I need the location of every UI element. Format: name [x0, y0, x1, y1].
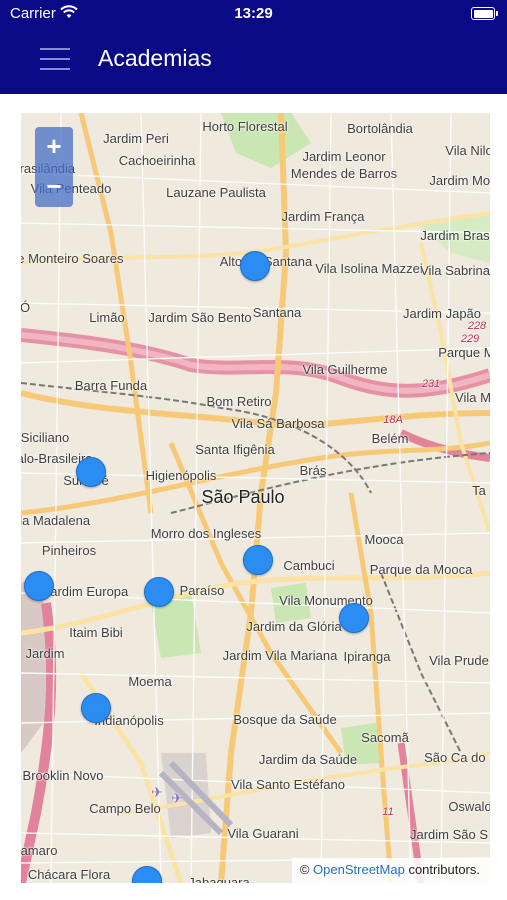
map-label: Santa Ifigênia	[195, 442, 275, 457]
map-label: Jardim Mode	[429, 173, 490, 188]
map-label: Santana	[252, 305, 302, 320]
map-label: Lauzane Paulista	[166, 185, 266, 200]
map-label: Vila Sá Barbosa	[231, 416, 325, 431]
map-label: Mooca	[364, 532, 404, 547]
map-label: Vila Guilherme	[302, 362, 388, 377]
zoom-in-button[interactable]: +	[35, 127, 73, 167]
map-label: Limão	[89, 310, 125, 325]
attribution-suffix: contributors.	[408, 862, 480, 877]
osm-link[interactable]: OpenStreetMap	[313, 862, 405, 877]
map-label: Jardim	[25, 646, 65, 661]
map-label: Jardim da Saúde	[258, 752, 358, 767]
map-label: Jardim São Bento	[148, 310, 252, 325]
map-label: Vila Prude	[429, 653, 489, 668]
map-label: Vila Guarani	[227, 826, 299, 841]
menu-icon[interactable]	[40, 48, 70, 72]
gym-marker[interactable]	[240, 251, 270, 281]
map-label: Cambuci	[283, 558, 335, 573]
map-road-number: 11	[382, 806, 394, 818]
map-label: Morro dos Ingleses	[150, 526, 262, 541]
map-label: Jabaquara	[188, 875, 250, 883]
map-road-number: 18A	[383, 414, 403, 426]
clock: 13:29	[234, 5, 273, 22]
map-label: Campo Belo	[89, 801, 161, 816]
map-label: Belém	[371, 431, 409, 446]
map-label: Vila Madalena	[21, 513, 91, 528]
copyright-symbol: ©	[299, 862, 310, 877]
map-label: Parque da Mooca	[369, 562, 473, 577]
map-label: Sacomã	[361, 730, 409, 745]
map-label: Chácara Flora	[27, 867, 111, 882]
map-label: Bosque da Saúde	[233, 712, 337, 727]
gym-marker[interactable]	[24, 571, 54, 601]
navigation-bar: Carrier 13:29 Academias	[0, 0, 507, 94]
battery-icon	[471, 7, 498, 20]
map-label: Vila M	[455, 390, 490, 405]
airport-icon: ✈	[151, 784, 163, 800]
map-label: Jardim Vila Mariana	[222, 648, 338, 663]
map-label: Siciliano	[21, 430, 70, 445]
map-view[interactable]: Horto Florestal Bortolândia Vila Nilo Ja…	[21, 113, 490, 883]
map-label: Jardim Europa	[43, 584, 129, 599]
map-label: Jardim Leonor	[302, 149, 386, 164]
map-label: Paraíso	[179, 583, 225, 598]
map-label: Higienópolis	[145, 468, 217, 483]
map-label: Moema	[128, 674, 172, 689]
map-label: Vila Santo Estéfano	[231, 777, 345, 792]
map-label: Jardim França	[281, 209, 365, 224]
map-label: Ta	[472, 483, 486, 498]
zoom-control: + −	[35, 127, 73, 207]
map-label: Cachoeirinha	[118, 153, 196, 168]
map-label: São Paulo	[201, 487, 285, 507]
gym-marker[interactable]	[144, 577, 174, 607]
map-label: Vila Sabrina	[420, 263, 490, 278]
map-label: Pinheiros	[41, 543, 97, 558]
zoom-out-button[interactable]: −	[35, 167, 73, 207]
map-road-number: 229	[460, 333, 480, 345]
gym-marker[interactable]	[243, 545, 273, 575]
map-label: Oswald	[448, 799, 490, 814]
map-label: Jardim São S	[409, 827, 489, 842]
map-label: Vila Isolina Mazzei	[315, 261, 423, 276]
map-label: Jardim da Glória	[246, 619, 342, 634]
map-label: Ó	[21, 300, 31, 315]
airport-icon: ✈	[171, 790, 183, 806]
map-road-number: 231	[421, 378, 441, 390]
map-label: Jardim Bras	[420, 228, 490, 243]
map-label: amaro	[21, 843, 58, 858]
gym-marker[interactable]	[76, 457, 106, 487]
map-label: Parque Monteiro Soares	[21, 251, 124, 266]
map-label: Bom Retiro	[206, 394, 272, 409]
map-label: Jardim Peri	[103, 131, 169, 146]
map-label: Vila Nilo	[445, 143, 490, 158]
map-attribution: © OpenStreetMap contributors.	[291, 858, 490, 883]
map-label: Mendes de Barros	[290, 166, 398, 181]
gym-marker[interactable]	[81, 693, 111, 723]
map-label: Parque Mu	[438, 345, 490, 360]
page-title: Academias	[98, 45, 212, 71]
map-label: Brás	[299, 463, 327, 478]
map-label: Bortolândia	[347, 121, 413, 136]
map-label: Brooklin Novo	[22, 768, 104, 783]
map-label: São Ca do S	[424, 750, 490, 765]
map-label: Horto Florestal	[202, 119, 288, 134]
map-label: Barra Funda	[74, 378, 148, 393]
map-label: Itaim Bibi	[69, 625, 123, 640]
gym-marker[interactable]	[339, 603, 369, 633]
status-bar: Carrier 13:29	[0, 0, 507, 28]
map-label: Ipiranga	[343, 649, 391, 664]
